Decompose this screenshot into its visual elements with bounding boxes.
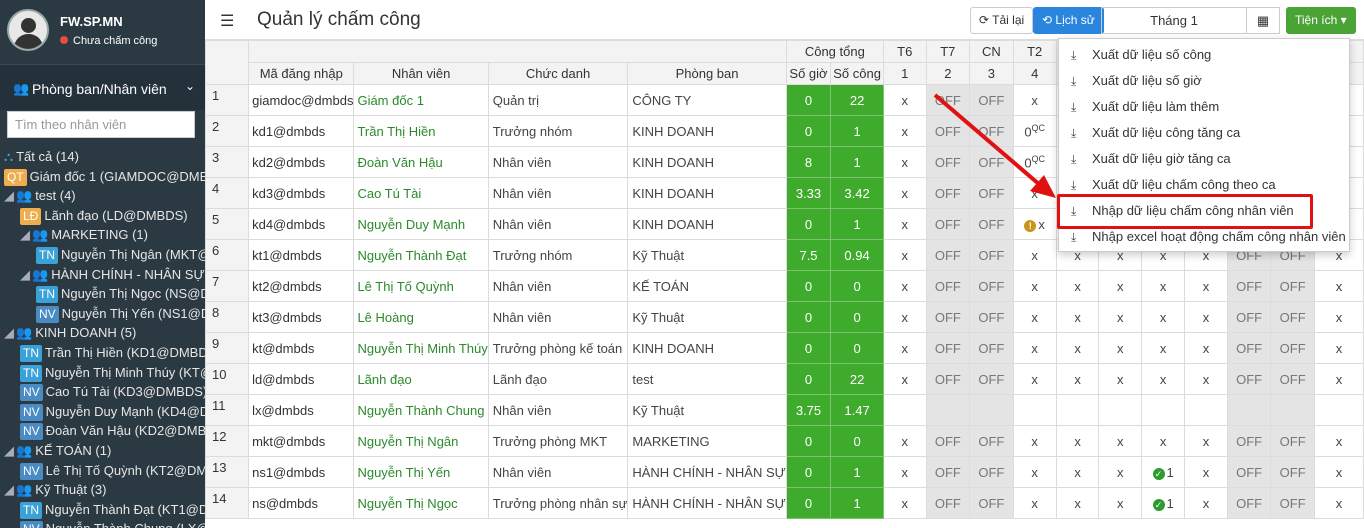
annotation-arrow: [933, 93, 1056, 198]
arrow-shaft: [933, 93, 1042, 187]
